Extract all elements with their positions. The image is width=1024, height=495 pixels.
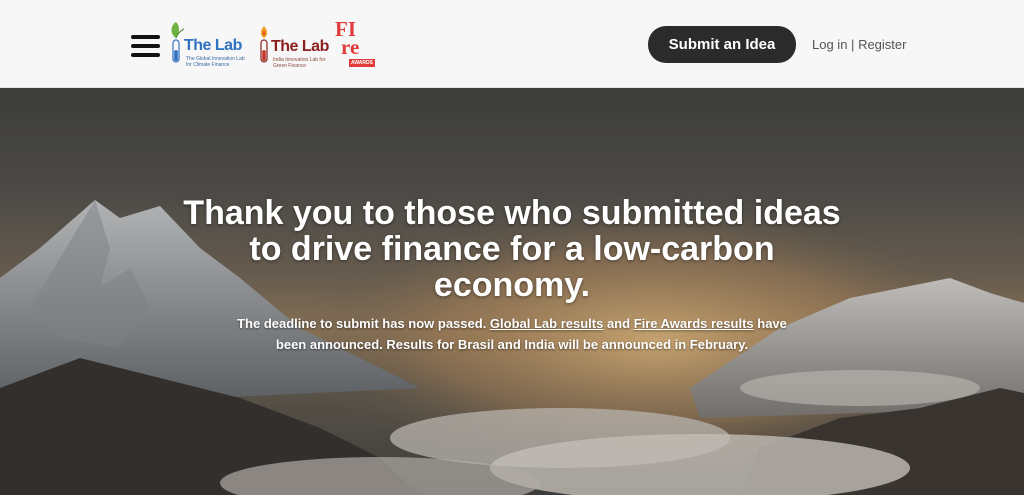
hero-title: Thank you to those who submitted ideas t… — [183, 194, 841, 304]
auth-links: Log in | Register — [812, 37, 906, 52]
fire-awards-results-link[interactable]: Fire Awards results — [634, 316, 754, 331]
india-lab-logo[interactable]: The Lab India Innovation Lab for Green F… — [257, 24, 337, 70]
awards-badge: AWARDS — [349, 59, 375, 67]
global-lab-logo[interactable]: The Lab The Global Innovation Lab for Cl… — [168, 20, 248, 70]
menu-bar — [131, 53, 160, 57]
register-link[interactable]: Register — [858, 37, 906, 52]
submit-idea-button[interactable]: Submit an Idea — [648, 26, 796, 63]
login-link[interactable]: Log in — [812, 37, 847, 52]
logo-tagline: India Innovation Lab for Green Finance — [273, 57, 326, 69]
hero-desc-text: and — [603, 316, 634, 331]
auth-separator: | — [851, 37, 855, 52]
hamburger-menu-icon[interactable] — [131, 35, 160, 57]
global-lab-results-link[interactable]: Global Lab results — [490, 316, 603, 331]
site-header: The Lab The Global Innovation Lab for Cl… — [0, 0, 1024, 88]
menu-bar — [131, 35, 160, 39]
hero-section: Thank you to those who submitted ideas t… — [0, 88, 1024, 495]
fire-line2: re — [341, 35, 360, 59]
logo-tagline: The Global Innovation Lab for Climate Fi… — [186, 56, 245, 68]
logo-name: The Lab — [271, 38, 329, 55]
hero-desc-text: The deadline to submit has now passed. — [237, 316, 490, 331]
menu-bar — [131, 44, 160, 48]
logo-name: The Lab — [184, 37, 242, 54]
hero-description: The deadline to submit has now passed. G… — [232, 313, 792, 355]
fire-awards-logo[interactable]: FI re AWARDS — [335, 19, 381, 68]
fire-wordmark: FI re — [335, 19, 381, 59]
